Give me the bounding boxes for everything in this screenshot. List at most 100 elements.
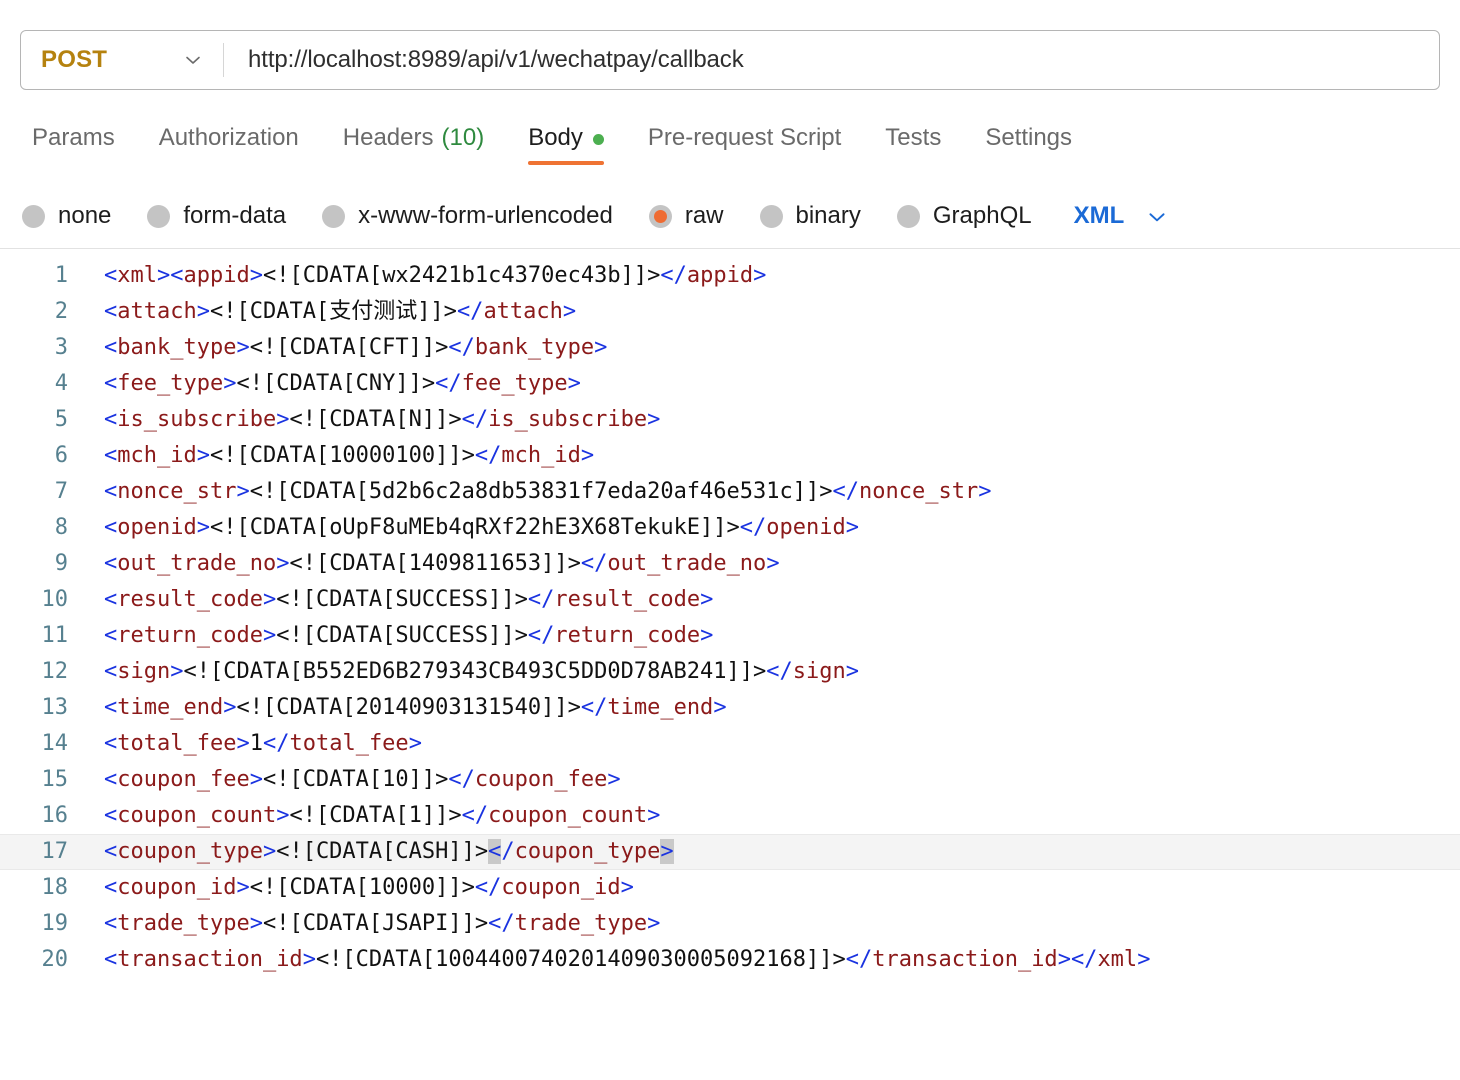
http-method-label: POST bbox=[41, 46, 108, 73]
code-line[interactable]: 13 <time_end><![CDATA[20140903131540]]></… bbox=[0, 690, 1460, 726]
active-tab-underline bbox=[528, 161, 604, 165]
code-line-text: <xml><appid><![CDATA[wx2421b1c4370ec43b]… bbox=[104, 263, 767, 288]
code-line[interactable]: 9 <out_trade_no><![CDATA[1409811653]]></o… bbox=[0, 546, 1460, 582]
radio-button-icon[interactable] bbox=[147, 204, 171, 228]
tab-count-badge: (10) bbox=[441, 124, 485, 151]
body-language-select[interactable]: XML bbox=[1074, 202, 1167, 230]
code-line[interactable]: 4 <fee_type><![CDATA[CNY]]></fee_type> bbox=[0, 366, 1460, 402]
tab-label: Tests bbox=[885, 124, 942, 151]
line-number: 9 bbox=[54, 551, 68, 576]
bracket-match-highlight: < bbox=[488, 839, 502, 864]
body-type-radio-graphql[interactable]: GraphQL bbox=[896, 202, 1032, 230]
code-line[interactable]: 2 <attach><![CDATA[支付测试]]></attach> bbox=[0, 294, 1460, 330]
tab-label: Authorization bbox=[158, 124, 299, 151]
line-number: 10 bbox=[41, 587, 69, 612]
line-number: 20 bbox=[41, 947, 69, 972]
tab-label: Settings bbox=[985, 124, 1073, 151]
url-bar: POST http://localhost:8989/api/v1/wechat… bbox=[20, 30, 1440, 90]
line-number: 3 bbox=[54, 335, 68, 360]
tab-settings[interactable]: Settings bbox=[963, 118, 1094, 174]
tab-body[interactable]: Body bbox=[506, 118, 626, 174]
code-line[interactable]: 10 <result_code><![CDATA[SUCCESS]]></resu… bbox=[0, 582, 1460, 618]
line-number: 4 bbox=[54, 371, 68, 396]
code-line-text: <coupon_id><![CDATA[10000]]></coupon_id> bbox=[104, 875, 634, 900]
code-line[interactable]: 3 <bank_type><![CDATA[CFT]]></bank_type> bbox=[0, 330, 1460, 366]
radio-button-icon[interactable] bbox=[322, 204, 346, 228]
code-line[interactable]: 19 <trade_type><![CDATA[JSAPI]]></trade_t… bbox=[0, 906, 1460, 942]
line-number: 7 bbox=[54, 479, 68, 504]
code-line[interactable]: 6 <mch_id><![CDATA[10000100]]></mch_id> bbox=[0, 438, 1460, 474]
radio-button-icon[interactable] bbox=[22, 204, 45, 228]
code-line-text: <coupon_fee><![CDATA[10]]></coupon_fee> bbox=[104, 767, 621, 792]
code-line-text: <openid><![CDATA[oUpF8uMEb4qRXf22hE3X68T… bbox=[104, 515, 860, 540]
code-line[interactable]: 12 <sign><![CDATA[B552ED6B279343CB493C5DD… bbox=[0, 654, 1460, 690]
body-type-label: form-data bbox=[183, 202, 287, 229]
code-line-text: <is_subscribe><![CDATA[N]]></is_subscrib… bbox=[104, 407, 661, 432]
request-builder-panel: POST http://localhost:8989/api/v1/wechat… bbox=[0, 0, 1460, 1080]
body-type-radio-none[interactable]: none bbox=[22, 202, 111, 230]
code-line[interactable]: 8 <openid><![CDATA[oUpF8uMEb4qRXf22hE3X68… bbox=[0, 510, 1460, 546]
tab-label: Pre-request Script bbox=[647, 124, 842, 151]
raw-body-editor[interactable]: 1 <xml><appid><![CDATA[wx2421b1c4370ec43b… bbox=[0, 249, 1460, 1080]
code-line-text: <trade_type><![CDATA[JSAPI]]></trade_typ… bbox=[104, 911, 661, 936]
tab-pre-request-script[interactable]: Pre-request Script bbox=[626, 118, 863, 174]
line-number: 12 bbox=[41, 659, 69, 684]
code-line-text: <return_code><![CDATA[SUCCESS]]></return… bbox=[104, 623, 714, 648]
code-line-text: <bank_type><![CDATA[CFT]]></bank_type> bbox=[104, 335, 608, 360]
line-number: 15 bbox=[41, 767, 69, 792]
body-type-label: GraphQL bbox=[932, 202, 1032, 229]
body-type-label: binary bbox=[795, 202, 861, 229]
chevron-down-icon bbox=[183, 50, 203, 70]
body-type-row: none form-data x-www-form-urlencoded raw bin… bbox=[0, 184, 1460, 248]
line-number: 17 bbox=[41, 839, 69, 864]
radio-button-icon[interactable] bbox=[896, 204, 920, 228]
code-line-text: <coupon_count><![CDATA[1]]></coupon_coun… bbox=[104, 803, 661, 828]
line-number: 13 bbox=[41, 695, 69, 720]
body-type-radio-binary[interactable]: binary bbox=[759, 202, 861, 230]
line-number: 5 bbox=[54, 407, 68, 432]
request-tabs: Params Authorization Headers (10) Body Pre-re… bbox=[0, 118, 1460, 184]
radio-button-icon[interactable] bbox=[759, 204, 783, 228]
radio-button-icon[interactable] bbox=[648, 204, 672, 228]
tab-label: Headers bbox=[342, 124, 434, 151]
code-line-text: <attach><![CDATA[支付测试]]></attach> bbox=[104, 299, 577, 324]
line-number: 1 bbox=[54, 263, 68, 288]
code-line[interactable]: 11 <return_code><![CDATA[SUCCESS]]></retu… bbox=[0, 618, 1460, 654]
code-line-text: <time_end><![CDATA[20140903131540]]></ti… bbox=[104, 695, 727, 720]
code-line-text: <fee_type><![CDATA[CNY]]></fee_type> bbox=[104, 371, 581, 396]
body-type-radio-x-www-form-urlencoded[interactable]: x-www-form-urlencoded bbox=[322, 202, 613, 230]
body-type-radio-raw[interactable]: raw bbox=[648, 202, 724, 230]
code-line[interactable]: 16 <coupon_count><![CDATA[1]]></coupon_co… bbox=[0, 798, 1460, 834]
code-line-text: <result_code><![CDATA[SUCCESS]]></result… bbox=[104, 587, 714, 612]
code-line-text: <mch_id><![CDATA[10000100]]></mch_id> bbox=[104, 443, 595, 468]
code-line[interactable]: 15 <coupon_fee><![CDATA[10]]></coupon_fee… bbox=[0, 762, 1460, 798]
code-line-text: <sign><![CDATA[B552ED6B279343CB493C5DD0D… bbox=[104, 659, 860, 684]
line-number: 6 bbox=[54, 443, 68, 468]
line-number: 19 bbox=[41, 911, 69, 936]
tab-tests[interactable]: Tests bbox=[863, 118, 963, 174]
tab-headers[interactable]: Headers (10) bbox=[321, 118, 506, 174]
body-type-radio-form-data[interactable]: form-data bbox=[147, 202, 286, 230]
code-line[interactable]: 1 <xml><appid><![CDATA[wx2421b1c4370ec43b… bbox=[0, 258, 1460, 294]
http-method-select[interactable]: POST bbox=[21, 31, 223, 89]
code-line[interactable]: 17 <coupon_type><![CDATA[CASH]]></coupon_… bbox=[0, 834, 1460, 870]
code-line[interactable]: 7 <nonce_str><![CDATA[5d2b6c2a8db53831f7e… bbox=[0, 474, 1460, 510]
url-input[interactable]: http://localhost:8989/api/v1/wechatpay/c… bbox=[224, 31, 1439, 89]
tab-authorization[interactable]: Authorization bbox=[137, 118, 321, 174]
code-line-text: <out_trade_no><![CDATA[1409811653]]></ou… bbox=[104, 551, 780, 576]
chevron-down-icon bbox=[1146, 206, 1166, 226]
code-line-text: <coupon_type><![CDATA[CASH]]></coupon_ty… bbox=[104, 839, 674, 864]
code-line[interactable]: 5 <is_subscribe><![CDATA[N]]></is_subscri… bbox=[0, 402, 1460, 438]
code-line[interactable]: 20 <transaction_id><![CDATA[1004400740201… bbox=[0, 942, 1460, 978]
body-type-label: raw bbox=[684, 202, 724, 229]
tab-params[interactable]: Params bbox=[10, 118, 137, 174]
tab-label: Params bbox=[32, 124, 115, 151]
url-bar-row: POST http://localhost:8989/api/v1/wechat… bbox=[0, 0, 1460, 118]
line-number: 8 bbox=[54, 515, 68, 540]
line-number: 2 bbox=[54, 299, 68, 324]
code-line[interactable]: 18 <coupon_id><![CDATA[10000]]></coupon_i… bbox=[0, 870, 1460, 906]
body-type-label: x-www-form-urlencoded bbox=[358, 202, 613, 229]
code-line-text: <transaction_id><![CDATA[100440074020140… bbox=[104, 947, 1151, 972]
bracket-match-highlight: > bbox=[660, 839, 674, 864]
code-line[interactable]: 14 <total_fee>1</total_fee> bbox=[0, 726, 1460, 762]
